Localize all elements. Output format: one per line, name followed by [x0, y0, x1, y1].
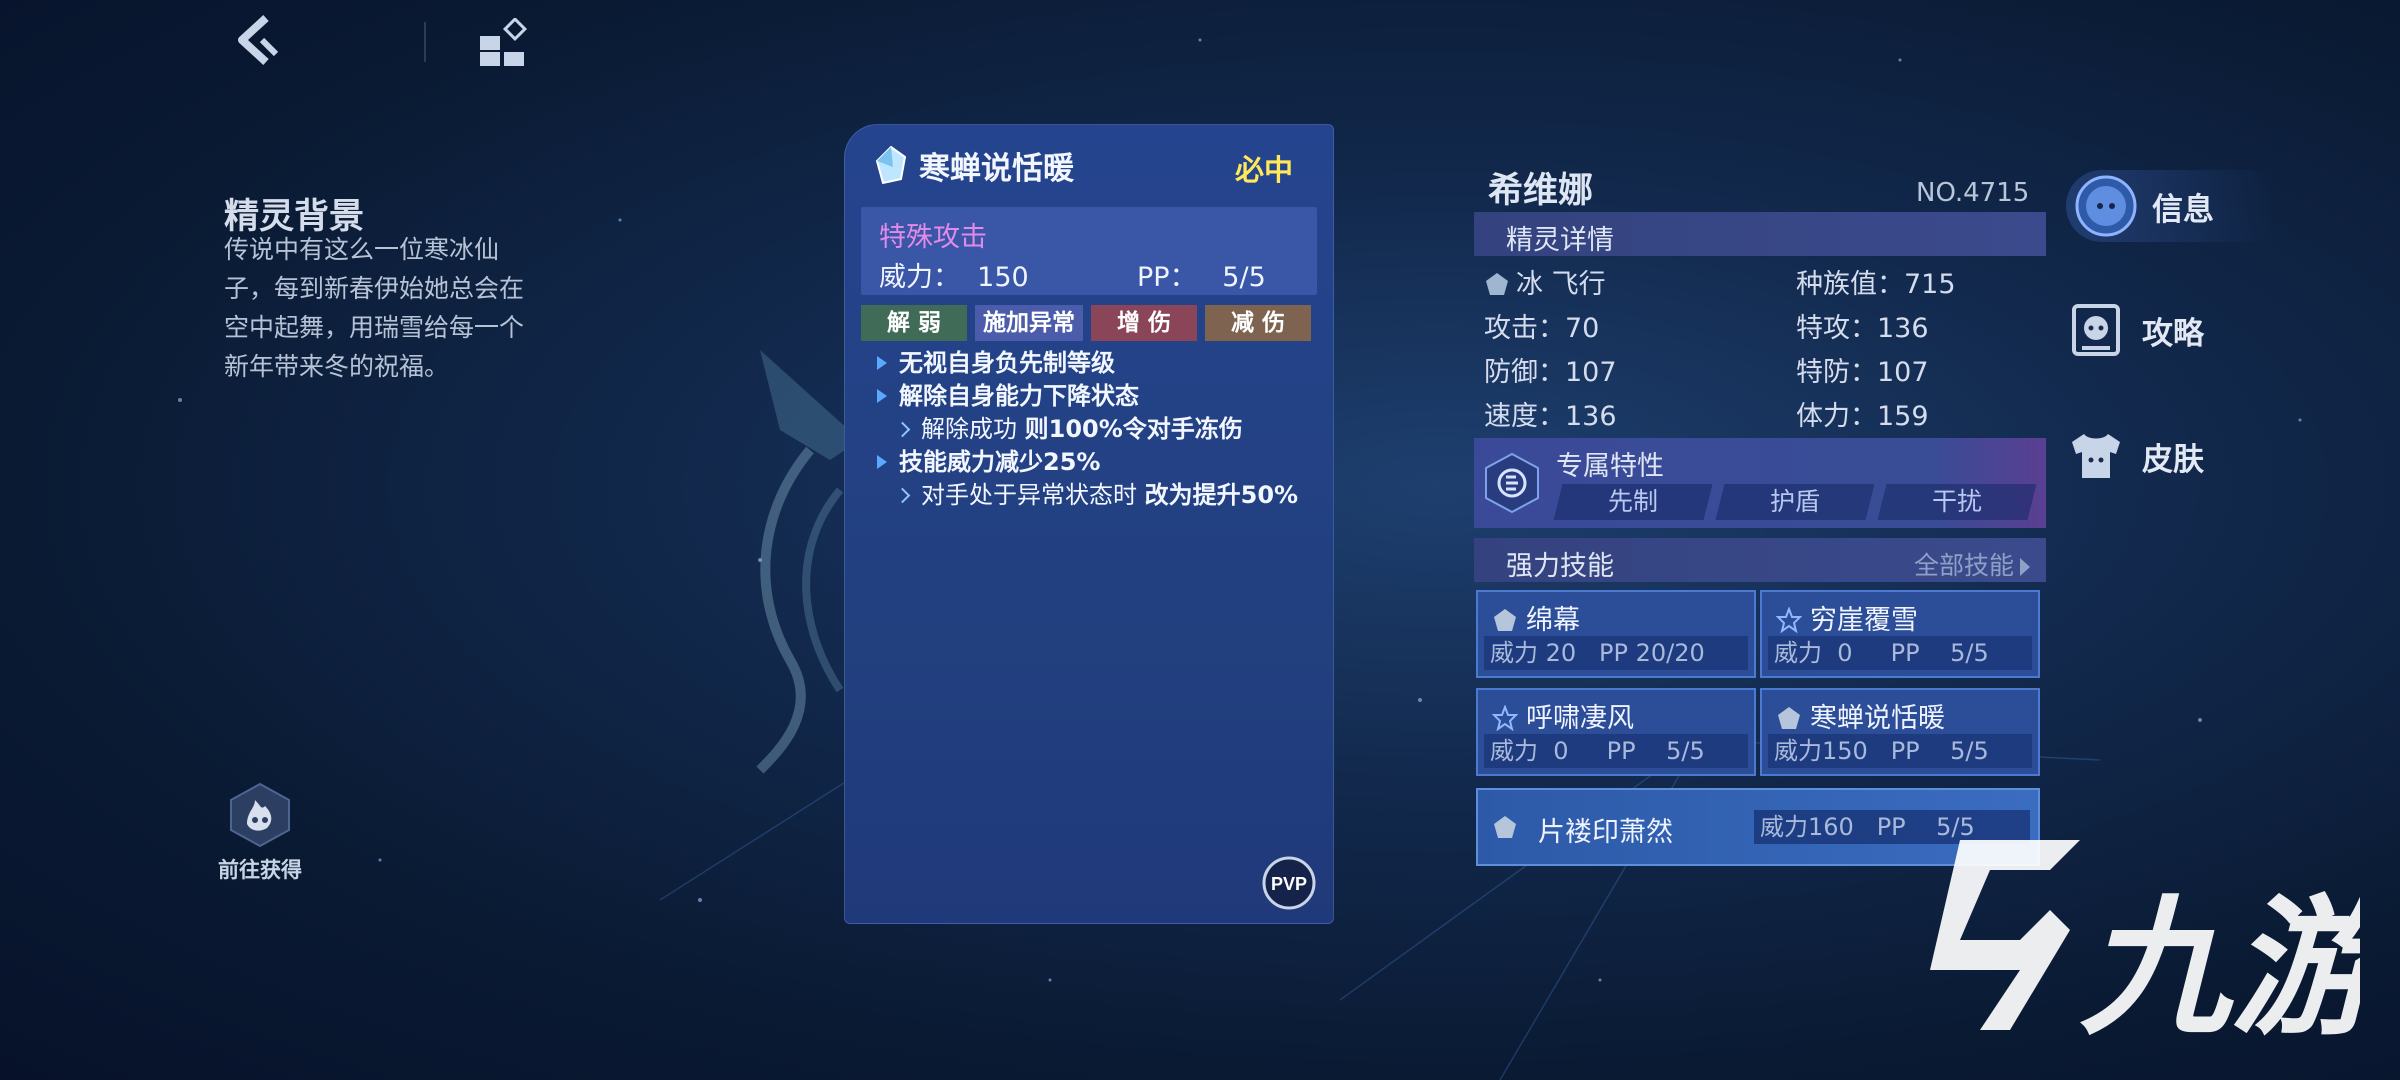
- sure-hit-tag: 必中: [1234, 153, 1293, 187]
- jiuyou-watermark-logo: 九游: [1930, 840, 2360, 1056]
- move-stat: 威力150 PP 5/5: [1768, 734, 2032, 768]
- move-name-text: 绵幕: [1526, 605, 1580, 636]
- pet-number: NO.4715: [1916, 178, 2030, 208]
- effect-result: 改为提升50%: [1144, 481, 1299, 509]
- background-text: 传说中有这么一位寒冰仙子，每到新春伊始她总会在空中起舞，用瑞雪给每一个新年带来冬…: [224, 235, 525, 381]
- effect-line: 无视自身负先制等级: [875, 347, 1315, 380]
- all-moves-link[interactable]: 全部技能: [1914, 546, 2030, 582]
- menu-grid-icon[interactable]: [478, 18, 528, 68]
- tag-damage-down: 减 伤: [1205, 305, 1311, 341]
- nav-guide[interactable]: 攻略: [2064, 298, 2204, 362]
- effect-condition: 解除成功: [921, 415, 1025, 443]
- back-icon[interactable]: [232, 14, 280, 70]
- move-name-text: 寒蝉说恬暖: [1810, 703, 1945, 734]
- skill-category: 特殊攻击: [879, 222, 987, 253]
- flame-hex-icon: [230, 782, 290, 848]
- pet-name: 希维娜: [1488, 171, 1594, 211]
- trait-chips: 先制 护盾 干扰: [1553, 484, 2037, 520]
- nav-info[interactable]: 信息: [2066, 170, 2274, 242]
- ice-type-icon: [1494, 609, 1516, 631]
- effect-line: 解除自身能力下降状态: [875, 380, 1315, 413]
- move-name-text: 穷崖覆雪: [1810, 605, 1918, 636]
- shirt-icon: [2072, 434, 2120, 478]
- moves-title: 强力技能: [1506, 551, 1614, 582]
- details-header: 精灵详情: [1474, 212, 2046, 256]
- ice-type-icon: [1494, 816, 1516, 838]
- obtain-button[interactable]: 前往获得: [208, 782, 312, 884]
- nav-skin-label: 皮肤: [2142, 441, 2204, 478]
- move-stat: 威力 20 PP 20/20: [1484, 636, 1748, 670]
- tag-damage-up: 增 伤: [1091, 305, 1197, 341]
- effect-subline: 对手处于异常状态时 改为提升50%: [875, 479, 1315, 512]
- trait-emblem-icon: [1485, 452, 1539, 514]
- status-star-icon: [1492, 705, 1518, 731]
- effect-condition: 对手处于异常状态时: [921, 481, 1145, 509]
- skill-pp: PP： 5/5: [1137, 262, 1266, 293]
- trait-chip: 干扰: [1877, 484, 2037, 520]
- tag-apply-status: 施加异常: [975, 305, 1083, 341]
- pvp-toggle-icon[interactable]: PVP: [1261, 855, 1317, 911]
- stat-sp-attack: 特攻：136: [1796, 313, 1929, 344]
- stat-sp-defense: 特防：107: [1796, 357, 1929, 388]
- move-card[interactable]: 呼啸凄风 威力 0 PP 5/5: [1476, 688, 1756, 776]
- exclusive-trait-panel[interactable]: 专属特性 先制 护盾 干扰: [1474, 438, 2046, 528]
- move-name-text: 呼啸凄风: [1526, 703, 1634, 734]
- effect-line: 技能威力减少25%: [875, 446, 1315, 479]
- skill-power: 威力： 150: [879, 262, 1029, 293]
- pet-type: 冰 飞行: [1484, 262, 1606, 301]
- move-name: 片褛印萧然: [1538, 817, 1673, 848]
- status-star-icon: [1776, 607, 1802, 633]
- move-card[interactable]: 绵幕 威力 20 PP 20/20: [1476, 590, 1756, 678]
- stat-speed: 速度：136: [1484, 401, 1617, 432]
- info-face-icon: [2075, 175, 2137, 237]
- ice-type-icon: [1486, 273, 1508, 295]
- move-card[interactable]: 寒蝉说恬暖 威力150 PP 5/5: [1760, 688, 2040, 776]
- skill-effects: 无视自身负先制等级 解除自身能力下降状态 解除成功 则100%令对手冻伤 技能威…: [875, 347, 1315, 512]
- watermark-text: 九游: [2080, 882, 2360, 1056]
- ice-type-icon: [1778, 707, 1800, 729]
- trait-chip-label: 护盾: [1769, 487, 1820, 516]
- stat-race: 种族值：715: [1796, 269, 1956, 300]
- nav-skin[interactable]: 皮肤: [2064, 424, 2204, 488]
- tag-weaken-removal: 解 弱: [861, 305, 967, 341]
- stat-defense: 防御：107: [1484, 357, 1617, 388]
- skill-attribute-box: 特殊攻击 威力： 150 PP： 5/5: [861, 207, 1317, 295]
- obtain-label: 前往获得: [218, 858, 302, 882]
- move-name: 寒蝉说恬暖: [1776, 696, 1945, 735]
- topbar-divider: [424, 22, 426, 62]
- trait-chip: 先制: [1553, 484, 1713, 520]
- skill-tags: 解 弱 施加异常 增 伤 减 伤: [861, 305, 1311, 341]
- trait-chip-label: 先制: [1607, 487, 1658, 516]
- details-title: 精灵详情: [1506, 225, 1614, 256]
- move-name: 呼啸凄风: [1492, 696, 1634, 735]
- stat-hp: 体力：159: [1796, 401, 1929, 432]
- move-name: 穷崖覆雪: [1776, 598, 1918, 637]
- guide-book-icon: [2072, 304, 2120, 356]
- pvp-label: PVP: [1271, 874, 1307, 894]
- pet-type-text: 冰 飞行: [1516, 269, 1606, 300]
- trait-chip: 护盾: [1715, 484, 1875, 520]
- skill-detail-card: 寒蝉说恬暖 必中 特殊攻击 威力： 150 PP： 5/5 解 弱 施加异常 增…: [844, 124, 1334, 924]
- effect-subline: 解除成功 则100%令对手冻伤: [875, 413, 1315, 446]
- move-card[interactable]: 穷崖覆雪 威力 0 PP 5/5: [1760, 590, 2040, 678]
- moves-header: 强力技能 全部技能: [1474, 538, 2046, 582]
- ice-crystal-icon: [875, 145, 907, 185]
- stat-attack: 攻击：70: [1484, 313, 1600, 344]
- trait-chip-label: 干扰: [1931, 487, 1982, 516]
- move-stat: 威力 0 PP 5/5: [1484, 734, 1748, 768]
- nav-info-label: 信息: [2152, 191, 2214, 228]
- skill-name: 寒蝉说恬暖: [919, 150, 1074, 187]
- nav-guide-label: 攻略: [2142, 315, 2204, 352]
- move-name: 绵幕: [1492, 598, 1580, 637]
- effect-result: 则100%令对手冻伤: [1024, 415, 1243, 443]
- trait-title: 专属特性: [1556, 451, 1664, 482]
- move-stat: 威力 0 PP 5/5: [1768, 636, 2032, 670]
